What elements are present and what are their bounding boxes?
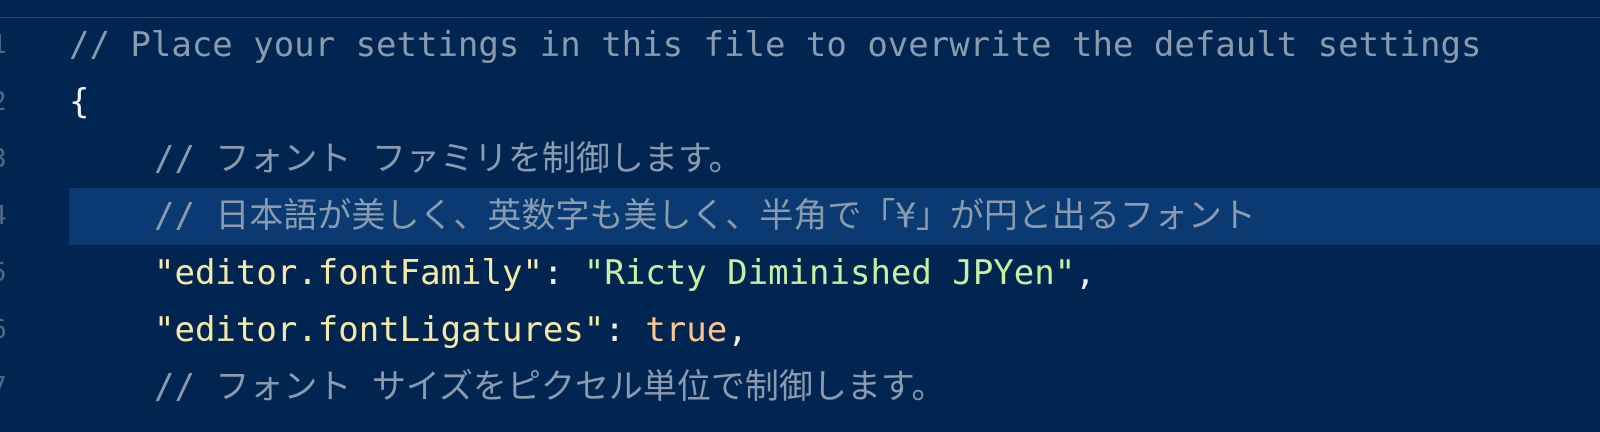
comma: ,: [1075, 253, 1096, 293]
code-line-2[interactable]: 2 {: [0, 74, 1600, 131]
code-comment: // Place your settings in this file to o…: [69, 25, 1482, 65]
colon: :: [542, 253, 584, 293]
code-line-6[interactable]: 6 "editor.fontLigatures": true,: [0, 302, 1600, 359]
line-number: 2: [0, 74, 11, 131]
property-value-string: "Ricty Diminished JPYen": [583, 253, 1076, 293]
property-key: "editor.fontLigatures": [154, 310, 605, 350]
code-comment: // 日本語が美しく、英数字も美しく、半角で「¥」が円と出るフォント: [154, 196, 1256, 236]
line-number: 4: [0, 188, 11, 245]
code-property: "editor.fontFamily": "Ricty Diminished J…: [154, 245, 1096, 302]
property-key: "editor.fontFamily": [154, 253, 543, 293]
line-number: 7: [0, 359, 11, 416]
colon: :: [604, 310, 646, 350]
code-line-1[interactable]: 1 // Place your settings in this file to…: [0, 17, 1600, 74]
code-property: "editor.fontLigatures": true,: [154, 302, 748, 359]
code-line-5[interactable]: 5 "editor.fontFamily": "Ricty Diminished…: [0, 245, 1600, 302]
line-number: 3: [0, 131, 11, 188]
code-comment: // フォント サイズをピクセル単位で制御します。: [154, 367, 946, 407]
line-number: 5: [0, 245, 11, 302]
line-number: 6: [0, 302, 11, 359]
comma: ,: [727, 310, 748, 350]
code-line-4-current[interactable]: 4 // 日本語が美しく、英数字も美しく、半角で「¥」が円と出るフォント: [0, 188, 1600, 245]
code-comment: // フォント ファミリを制御します。: [154, 139, 743, 179]
property-value-boolean: true: [645, 310, 728, 350]
line-number: 1: [0, 17, 11, 74]
code-line-7[interactable]: 7 // フォント サイズをピクセル単位で制御します。: [0, 359, 1600, 416]
open-brace: {: [69, 82, 90, 122]
code-editor[interactable]: 1 // Place your settings in this file to…: [0, 0, 1600, 432]
code-line-3[interactable]: 3 // フォント ファミリを制御します。: [0, 131, 1600, 188]
